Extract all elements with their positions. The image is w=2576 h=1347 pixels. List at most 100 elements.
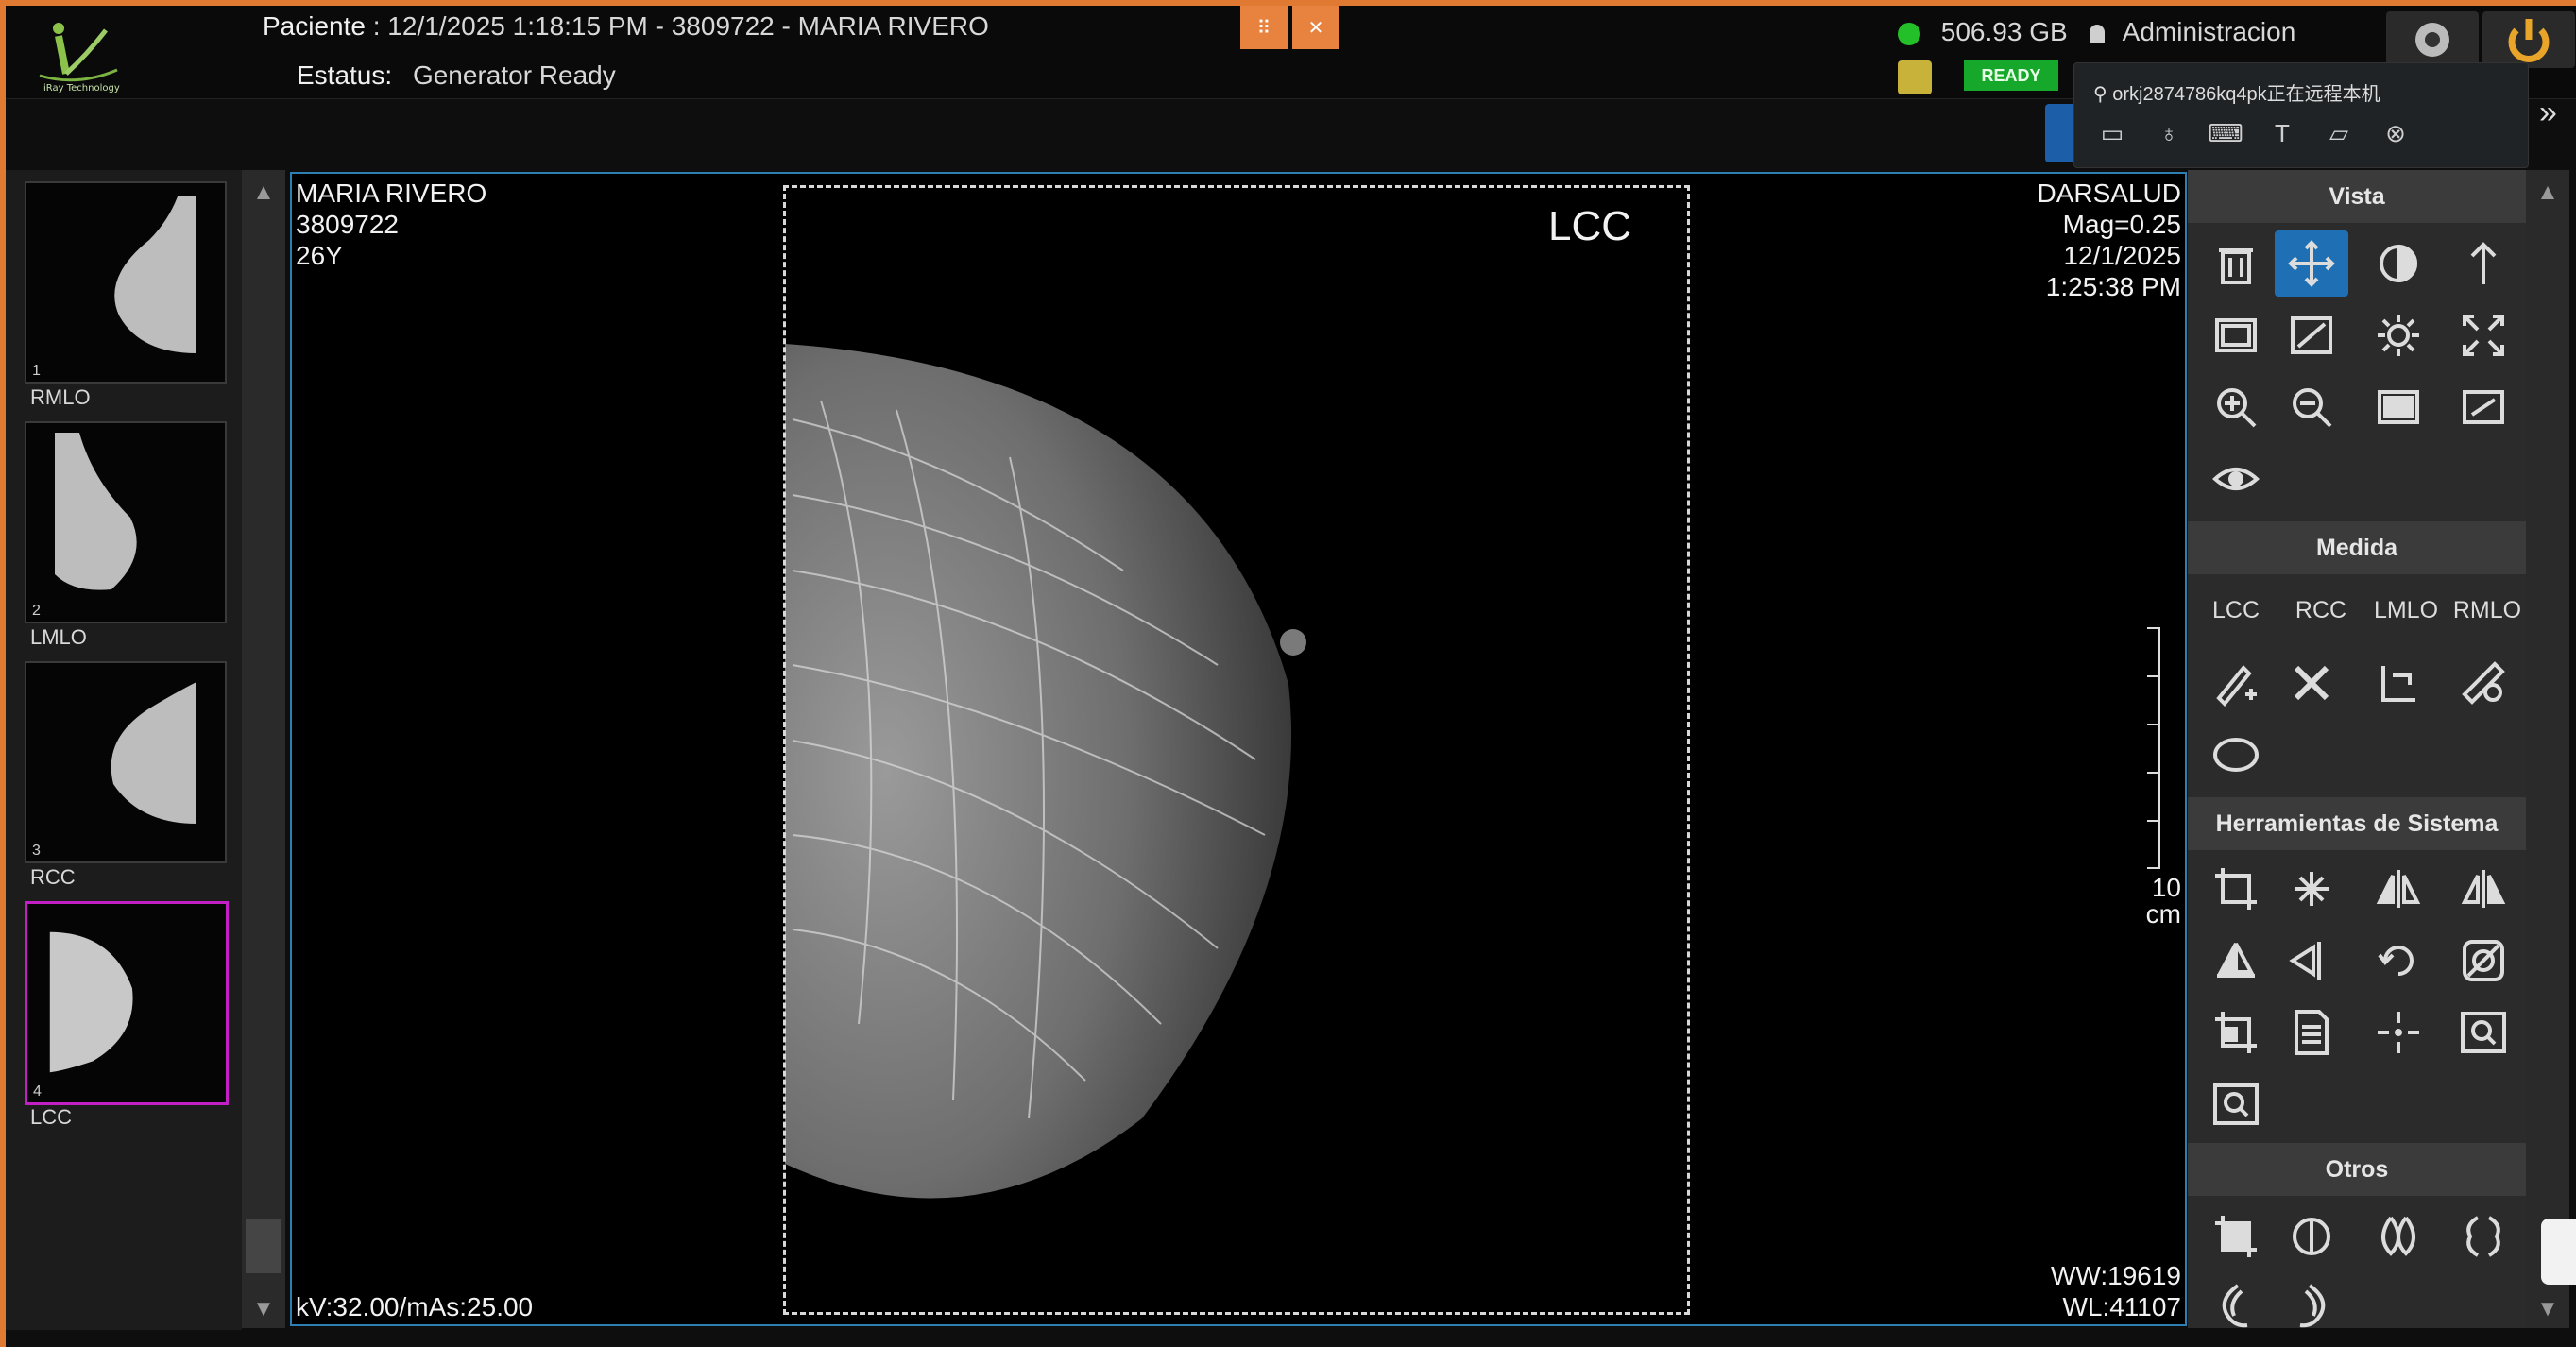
patient-info: : 12/1/2025 1:18:15 PM - 3809722 - MARIA… [372, 11, 989, 41]
thumbnail-number: 4 [33, 1083, 42, 1100]
rotate-left-icon[interactable] [2275, 928, 2348, 994]
capture-icon[interactable] [2199, 1203, 2273, 1270]
sharpen-icon[interactable] [2275, 856, 2348, 922]
thumbnail-label: RCC [30, 865, 76, 889]
arrow-up-icon[interactable] [2447, 230, 2520, 297]
crop-icon[interactable] [2199, 856, 2273, 922]
ruler-settings-icon[interactable] [2447, 650, 2520, 716]
thumbnail-rmlo[interactable]: 1 [25, 181, 227, 384]
app-logo: iRay Technology [30, 17, 125, 94]
ellipse-roi-icon[interactable] [2199, 722, 2273, 788]
compare-icon[interactable] [2447, 1203, 2520, 1270]
scroll-up-icon[interactable]: ▲ [2526, 174, 2569, 212]
flip-vertical-icon[interactable] [2199, 928, 2273, 994]
patient-name-overlay: MARIA RIVERO [296, 179, 487, 208]
actual-size-icon[interactable] [2447, 374, 2520, 440]
crop-region[interactable] [783, 185, 1690, 1315]
breast-pair-icon[interactable] [2362, 1203, 2435, 1270]
thumbnail-rcc[interactable]: 3 [25, 661, 227, 863]
section-medida: Medida [2188, 521, 2526, 574]
magnification-overlay: Mag=0.25 [2062, 210, 2181, 239]
text-icon[interactable]: T [2263, 114, 2301, 152]
generator-icon [1898, 60, 1932, 94]
thumbnail-lcc[interactable]: 4 [25, 901, 229, 1105]
study-time-overlay: 1:25:38 PM [2045, 272, 2181, 301]
invert-icon[interactable] [2447, 928, 2520, 994]
close-icon[interactable]: ⊗ [2377, 114, 2414, 152]
expand-panel-icon[interactable]: » [2539, 94, 2557, 131]
scrollbar-thumb[interactable] [246, 1219, 281, 1273]
magnify-roi-icon[interactable] [2199, 1071, 2273, 1137]
user-name: Administracion [2122, 17, 2296, 46]
close-remote-icon[interactable]: ✕ [1292, 6, 1339, 49]
exposure-overlay: kV:32.00/mAs:25.00 [296, 1292, 534, 1321]
power-icon[interactable] [2482, 11, 2575, 68]
disk-icon [1898, 22, 1920, 45]
folder-icon[interactable]: ▱ [2320, 114, 2358, 152]
flip-horizontal-icon[interactable] [2362, 856, 2435, 922]
view-button-rcc[interactable]: RCC [2278, 597, 2363, 624]
drag-handle-icon[interactable]: ⠿ [1240, 6, 1288, 49]
status-value: Generator Ready [412, 60, 616, 90]
svg-text:iRay Technology: iRay Technology [43, 83, 120, 94]
breast-outline-icon[interactable] [2275, 1203, 2348, 1270]
thumbnail-label: RMLO [30, 385, 91, 409]
view-button-rmlo[interactable]: RMLO [2445, 597, 2530, 624]
zoom-in-icon[interactable] [2199, 374, 2273, 440]
fit-window-icon[interactable] [2447, 302, 2520, 368]
remote-user: ⚲ orkj2874786kq4pk正在远程本机 [2093, 84, 2380, 105]
rectangle-roi-icon[interactable] [2199, 302, 2273, 368]
full-image-icon[interactable] [2362, 374, 2435, 440]
zoom-out-icon[interactable] [2275, 374, 2348, 440]
delete-icon[interactable] [2199, 230, 2273, 297]
disk-status: 506.93 GB Administracion [1898, 17, 2295, 47]
tool-panel-scrollbar[interactable]: ▲ ▼ [2526, 170, 2569, 1328]
chat-icon[interactable]: ▭ [2093, 114, 2131, 152]
annotate-pencil-icon[interactable] [2199, 650, 2273, 716]
thumbnail-lmlo[interactable]: 2 [25, 421, 227, 623]
user-icon [2090, 24, 2106, 43]
scale-unit: cm [2145, 899, 2181, 929]
brightness-icon[interactable] [2362, 302, 2435, 368]
section-vista: Vista [2188, 170, 2526, 223]
pan-move-icon[interactable] [2275, 230, 2348, 297]
ready-badge: READY [1964, 60, 2058, 91]
remote-user-icon: ⚲ [2093, 84, 2113, 105]
thumbnail-number: 2 [32, 603, 41, 619]
patient-age-overlay: 26Y [296, 241, 343, 270]
window-width-overlay: WW:19619 [2051, 1261, 2181, 1290]
scroll-up-icon[interactable]: ▲ [242, 174, 285, 212]
patient-id-overlay: 3809722 [296, 210, 400, 239]
section-herramientas: Herramientas de Sistema [2188, 797, 2526, 850]
remote-tab[interactable] [2045, 104, 2073, 162]
angle-measure-icon[interactable] [2362, 650, 2435, 716]
scroll-down-icon[interactable]: ▼ [242, 1290, 285, 1328]
delete-measure-icon[interactable] [2275, 650, 2348, 716]
report-document-icon[interactable] [2275, 999, 2348, 1066]
crop-export-icon[interactable] [2199, 999, 2273, 1066]
institution-overlay: DARSALUD [2037, 179, 2181, 208]
scale-value: 10 [2151, 873, 2181, 902]
view-button-lcc[interactable]: LCC [2193, 597, 2278, 624]
eye-visibility-icon[interactable] [2199, 446, 2273, 512]
side-floating-tab[interactable] [2541, 1219, 2576, 1285]
window-level-overlay: WL:41107 [2062, 1292, 2181, 1321]
crosshair-icon[interactable] [2362, 999, 2435, 1066]
window-level-icon[interactable] [2275, 302, 2348, 368]
bottom-bar [6, 1330, 2576, 1347]
settings-gear-icon[interactable] [2386, 11, 2479, 68]
contrast-icon[interactable] [2362, 230, 2435, 297]
remote-control-panel: ⚲ orkj2874786kq4pk正在远程本机 ▭ ♁ ⌨ T ▱ ⊗ [2073, 62, 2529, 168]
image-viewer[interactable]: MARIA RIVERO 3809722 26Y LCC DARSALUD Ma… [290, 172, 2187, 1326]
scroll-down-icon[interactable]: ▼ [2526, 1290, 2569, 1328]
keyboard-icon[interactable]: ⌨ [2207, 114, 2244, 152]
view-button-lmlo[interactable]: LMLO [2363, 597, 2448, 624]
mirror-icon[interactable] [2447, 856, 2520, 922]
thumbnail-scrollbar[interactable]: ▲ ▼ [242, 170, 285, 1328]
thumbnail-number: 3 [32, 843, 41, 859]
thumbnail-label: LMLO [30, 625, 87, 649]
magnifier-icon[interactable] [2447, 999, 2520, 1066]
mic-icon[interactable]: ♁ [2150, 114, 2188, 152]
status-label: Estatus: [297, 60, 393, 90]
reset-rotate-icon[interactable] [2362, 928, 2435, 994]
